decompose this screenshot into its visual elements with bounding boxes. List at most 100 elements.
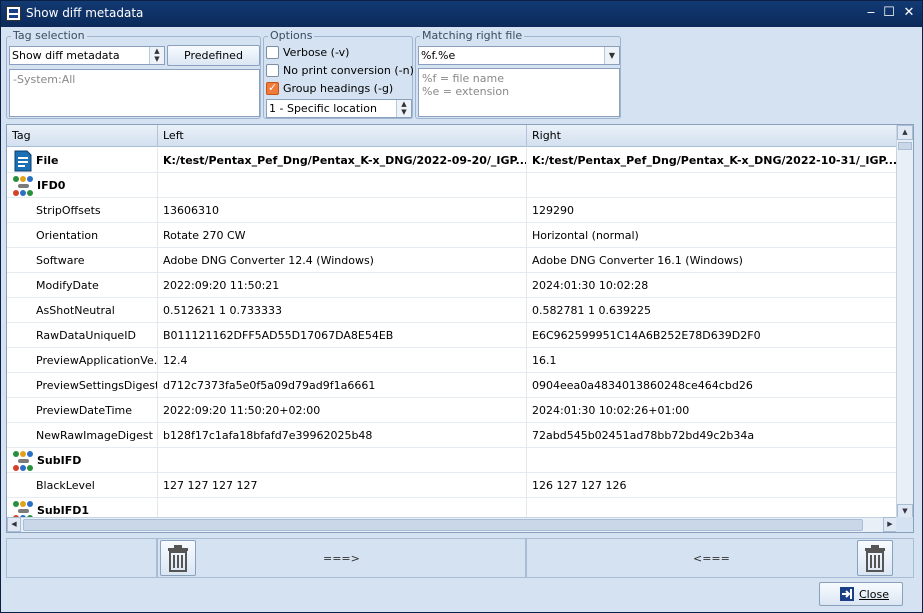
table-row[interactable]: PreviewApplicationVe... 12.4 16.1 xyxy=(7,348,897,373)
tag-selection-group: Tag selection Show diff metadata ▲ ▼ Pred… xyxy=(6,29,261,119)
right-value-cell: Horizontal (normal) xyxy=(527,223,897,248)
left-value-cell: 12.4 xyxy=(158,348,527,373)
table-row[interactable]: PreviewSettingsDigest d712c7373fa5e0f5a09… xyxy=(7,373,897,398)
trash-icon xyxy=(168,545,188,572)
tag-cell: NewRawImageDigest xyxy=(7,423,158,448)
location-value: 1 - Specific location xyxy=(269,102,377,115)
table-row[interactable]: NewRawImageDigest b128f17c1afa18bfafd7e39… xyxy=(7,423,897,448)
no-print-label: No print conversion (-n) xyxy=(283,64,414,77)
verbose-checkbox[interactable]: Verbose (-v) xyxy=(266,45,411,61)
predefined-button[interactable]: Predefined xyxy=(167,45,260,66)
vertical-scroll-thumb[interactable] xyxy=(898,142,912,150)
spin-arrows-icon[interactable]: ▲ ▼ xyxy=(396,100,411,117)
bottom-right-section: <=== xyxy=(526,538,914,578)
location-combo[interactable]: 1 - Specific location ▲ ▼ xyxy=(266,99,412,118)
group-headings-checkbox[interactable]: Group headings (-g) xyxy=(266,81,411,97)
group-row[interactable]: SubIFD xyxy=(7,448,897,473)
tag-cell: Software xyxy=(7,248,158,273)
left-value-cell: b128f17c1afa18bfafd7e39962025b48 xyxy=(158,423,527,448)
left-value-cell: Adobe DNG Converter 12.4 (Windows) xyxy=(158,248,527,273)
spin-arrows-icon[interactable]: ▲ ▼ xyxy=(149,47,164,64)
tag-cell: RawDataUniqueID xyxy=(7,323,158,348)
right-value-cell: K:/test/Pentax_Pef_Dng/Pentax_K-x_DNG/20… xyxy=(527,148,897,173)
left-value-cell: d712c7373fa5e0f5a09d79ad9f1a6661 xyxy=(158,373,527,398)
no-print-box[interactable] xyxy=(266,64,279,77)
scroll-right-icon[interactable]: ▶ xyxy=(883,517,897,532)
delete-left-button[interactable] xyxy=(160,540,196,576)
table-row[interactable]: Orientation Rotate 270 CW Horizontal (norm… xyxy=(7,223,897,248)
left-value-cell: 2022:09:20 11:50:21 xyxy=(158,273,527,298)
maximize-icon[interactable]: ☐ xyxy=(881,5,897,21)
options-legend: Options xyxy=(268,29,315,42)
tag-cell: Orientation xyxy=(7,223,158,248)
group-row[interactable]: IFD0 xyxy=(7,173,897,198)
tag-cell: StripOffsets xyxy=(7,198,158,223)
close-label: Close xyxy=(859,588,889,601)
chevron-down-icon[interactable]: ▼ xyxy=(604,47,619,64)
table-row[interactable]: AsShotNeutral 0.512621 1 0.733333 0.582781… xyxy=(7,298,897,323)
close-button[interactable]: Close xyxy=(819,582,903,606)
options-group: Options Verbose (-v) No print conversion… xyxy=(263,29,414,119)
right-value-cell: 129290 xyxy=(527,198,897,223)
title-bar[interactable]: Show diff metadata ‒ ☐ ✕ xyxy=(1,1,922,27)
horizontal-scroll-thumb[interactable] xyxy=(23,519,863,531)
matching-legend: Matching right file xyxy=(420,29,525,42)
tag-cell: PreviewDateTime xyxy=(7,398,158,423)
left-value-cell: B011121162DFF5AD55D17067DA8E54EB xyxy=(158,323,527,348)
left-value-cell: 2022:09:20 11:50:20+02:00 xyxy=(158,398,527,423)
table-row[interactable]: Software Adobe DNG Converter 12.4 (Window… xyxy=(7,248,897,273)
close-icon[interactable]: ✕ xyxy=(901,5,917,21)
right-value-cell: Adobe DNG Converter 16.1 (Windows) xyxy=(527,248,897,273)
left-value-cell: 13606310 xyxy=(158,198,527,223)
scroll-corner xyxy=(896,517,913,532)
tag-cell: IFD0 xyxy=(7,173,158,198)
left-value-cell: K:/test/Pentax_Pef_Dng/Pentax_K-x_DNG/20… xyxy=(158,148,527,173)
table-row[interactable]: StripOffsets 13606310 129290 xyxy=(7,198,897,223)
tag-selection-value: Show diff metadata xyxy=(12,49,120,62)
matching-pattern-combo[interactable]: %f.%e ▼ xyxy=(418,46,620,65)
copy-to-right-button[interactable]: ===> xyxy=(323,552,360,565)
bottom-tag-section xyxy=(6,538,157,578)
right-value-cell: 0904eea0a4834013860248ce464cbd26 xyxy=(527,373,897,398)
scroll-left-icon[interactable]: ◀ xyxy=(7,517,21,532)
group-headings-box[interactable] xyxy=(266,81,279,95)
copy-to-left-button[interactable]: <=== xyxy=(693,552,730,565)
bottom-panel: ===> <=== xyxy=(6,538,914,578)
table-row[interactable]: ModifyDate 2022:09:20 11:50:21 2024:01:30 … xyxy=(7,273,897,298)
tag-selection-legend: Tag selection xyxy=(11,29,87,42)
trash-icon xyxy=(865,545,885,572)
verbose-box[interactable] xyxy=(266,46,279,59)
minimize-icon[interactable]: ‒ xyxy=(863,5,879,21)
column-header-left[interactable]: Left xyxy=(158,125,527,147)
table-row[interactable]: PreviewDateTime 2022:09:20 11:50:20+02:00… xyxy=(7,398,897,423)
column-header-tag[interactable]: Tag xyxy=(7,125,158,147)
tag-cell: File xyxy=(7,148,158,173)
grid-header: Tag Left Right xyxy=(7,125,897,147)
window-title: Show diff metadata xyxy=(26,6,144,20)
vertical-scrollbar[interactable]: ▲ ▼ xyxy=(896,125,913,519)
tag-cell: ModifyDate xyxy=(7,273,158,298)
matching-pattern-value: %f.%e xyxy=(421,49,456,62)
left-value-cell: 127 127 127 127 xyxy=(158,473,527,498)
diff-metadata-window: Show diff metadata ‒ ☐ ✕ Tag selection S… xyxy=(0,0,923,613)
metadata-grid[interactable]: Tag Left Right File K:/test/Pentax_Pef_Dn… xyxy=(6,124,914,533)
scroll-up-icon[interactable]: ▲ xyxy=(897,125,913,140)
table-row[interactable]: RawDataUniqueID B011121162DFF5AD55D17067D… xyxy=(7,323,897,348)
right-value-cell: 2024:01:30 10:02:28 xyxy=(527,273,897,298)
column-header-right[interactable]: Right xyxy=(527,125,897,147)
horizontal-scrollbar[interactable]: ◀ ▶ xyxy=(7,517,897,532)
table-row[interactable]: BlackLevel 127 127 127 127 126 127 127 126 xyxy=(7,473,897,498)
left-value-cell xyxy=(158,448,527,473)
tag-selection-memo[interactable]: -System:All xyxy=(9,69,260,117)
verbose-label: Verbose (-v) xyxy=(283,46,350,59)
tag-selection-combo[interactable]: Show diff metadata ▲ ▼ xyxy=(9,46,165,65)
app-icon xyxy=(6,6,21,21)
no-print-conversion-checkbox[interactable]: No print conversion (-n) xyxy=(266,63,414,79)
tag-cell: PreviewApplicationVe... xyxy=(7,348,158,373)
bottom-left-section: ===> xyxy=(157,538,526,578)
right-value-cell: 16.1 xyxy=(527,348,897,373)
file-row[interactable]: File K:/test/Pentax_Pef_Dng/Pentax_K-x_DN… xyxy=(7,148,897,173)
tag-cell: AsShotNeutral xyxy=(7,298,158,323)
tag-cell: BlackLevel xyxy=(7,473,158,498)
delete-right-button[interactable] xyxy=(857,540,893,576)
